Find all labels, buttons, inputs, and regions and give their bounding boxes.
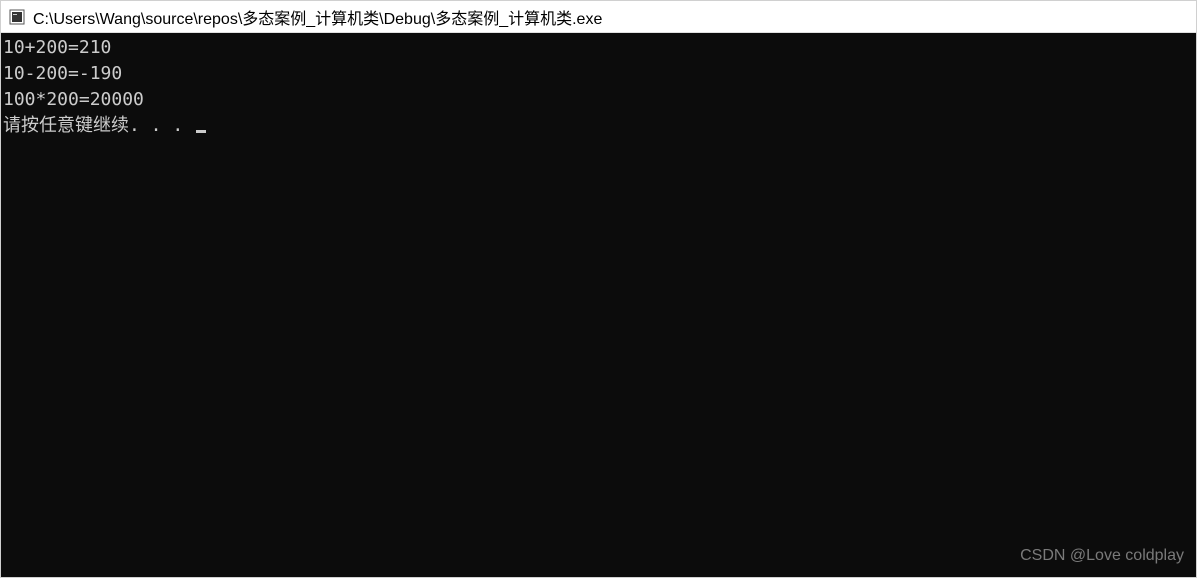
console-line: 10+200=210 — [1, 35, 1196, 61]
title-bar[interactable]: C:\Users\Wang\source\repos\多态案例_计算机类\Deb… — [1, 1, 1196, 33]
console-output[interactable]: 10+200=210 10-200=-190 100*200=20000 请按任… — [1, 33, 1196, 577]
prompt-text: 请按任意键继续. . . — [3, 115, 194, 136]
console-line: 请按任意键继续. . . — [1, 113, 1196, 139]
watermark-text: CSDN @Love coldplay — [1020, 543, 1184, 569]
window-title: C:\Users\Wang\source\repos\多态案例_计算机类\Deb… — [33, 5, 602, 29]
app-icon — [9, 9, 25, 25]
cursor-icon — [196, 130, 206, 133]
console-window: C:\Users\Wang\source\repos\多态案例_计算机类\Deb… — [0, 0, 1197, 578]
console-line: 100*200=20000 — [1, 87, 1196, 113]
console-line: 10-200=-190 — [1, 61, 1196, 87]
